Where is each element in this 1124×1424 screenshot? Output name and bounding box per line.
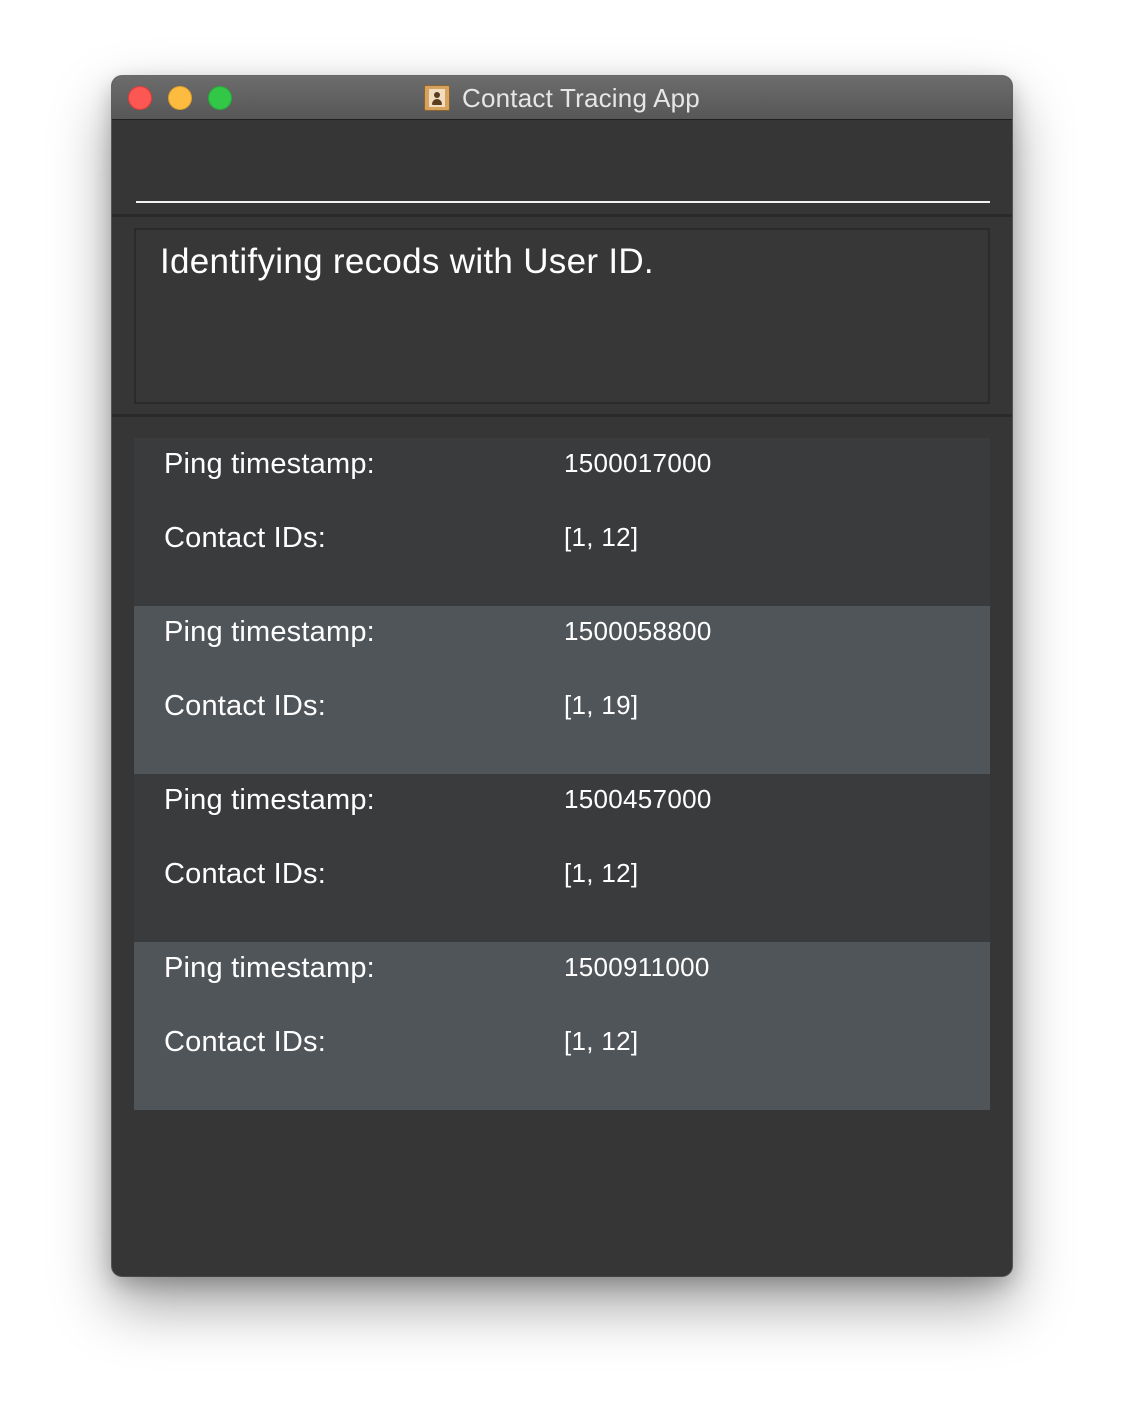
ping-timestamp-label: Ping timestamp: [164,952,375,984]
input-underline [136,201,990,203]
contact-ids-label: Contact IDs: [164,690,326,722]
contact-ids-value: [1, 12] [564,1026,639,1056]
top-divider [112,214,1012,217]
user-id-input[interactable] [136,136,990,202]
contact-ids-value: [1, 12] [564,858,639,888]
ping-timestamp-value: 1500911000 [564,952,710,982]
user-id-input-area [136,136,990,204]
ping-timestamp-label: Ping timestamp: [164,448,375,480]
ping-timestamp-value: 1500017000 [564,448,712,478]
contact-ids-label: Contact IDs: [164,1026,326,1058]
contact-ids-label: Contact IDs: [164,522,326,554]
record-item: Ping timestamp: 1500017000 Contact IDs: … [134,438,990,606]
record-item: Ping timestamp: 1500457000 Contact IDs: … [134,774,990,942]
ping-timestamp-value: 1500457000 [564,784,712,814]
ping-timestamp-value: 1500058800 [564,616,712,646]
title-bar[interactable]: Contact Tracing App [112,76,1012,120]
contact-ids-label: Contact IDs: [164,858,326,890]
record-item: Ping timestamp: 1500911000 Contact IDs: … [134,942,990,1110]
window-title-group: Contact Tracing App [112,76,1012,120]
record-item: Ping timestamp: 1500058800 Contact IDs: … [134,606,990,774]
status-message: Identifying recods with User ID. [160,242,654,281]
contacts-book-icon [424,85,451,111]
window-title: Contact Tracing App [462,82,700,113]
ping-timestamp-label: Ping timestamp: [164,616,375,648]
contact-ids-value: [1, 19] [564,690,639,720]
contact-ids-value: [1, 12] [564,522,639,552]
records-list[interactable]: Ping timestamp: 1500017000 Contact IDs: … [134,438,990,1110]
status-message-box: Identifying recods with User ID. [134,228,990,404]
ping-timestamp-label: Ping timestamp: [164,784,375,816]
app-window: Contact Tracing App Identifying recods w… [112,76,1012,1276]
middle-divider [112,414,1012,417]
